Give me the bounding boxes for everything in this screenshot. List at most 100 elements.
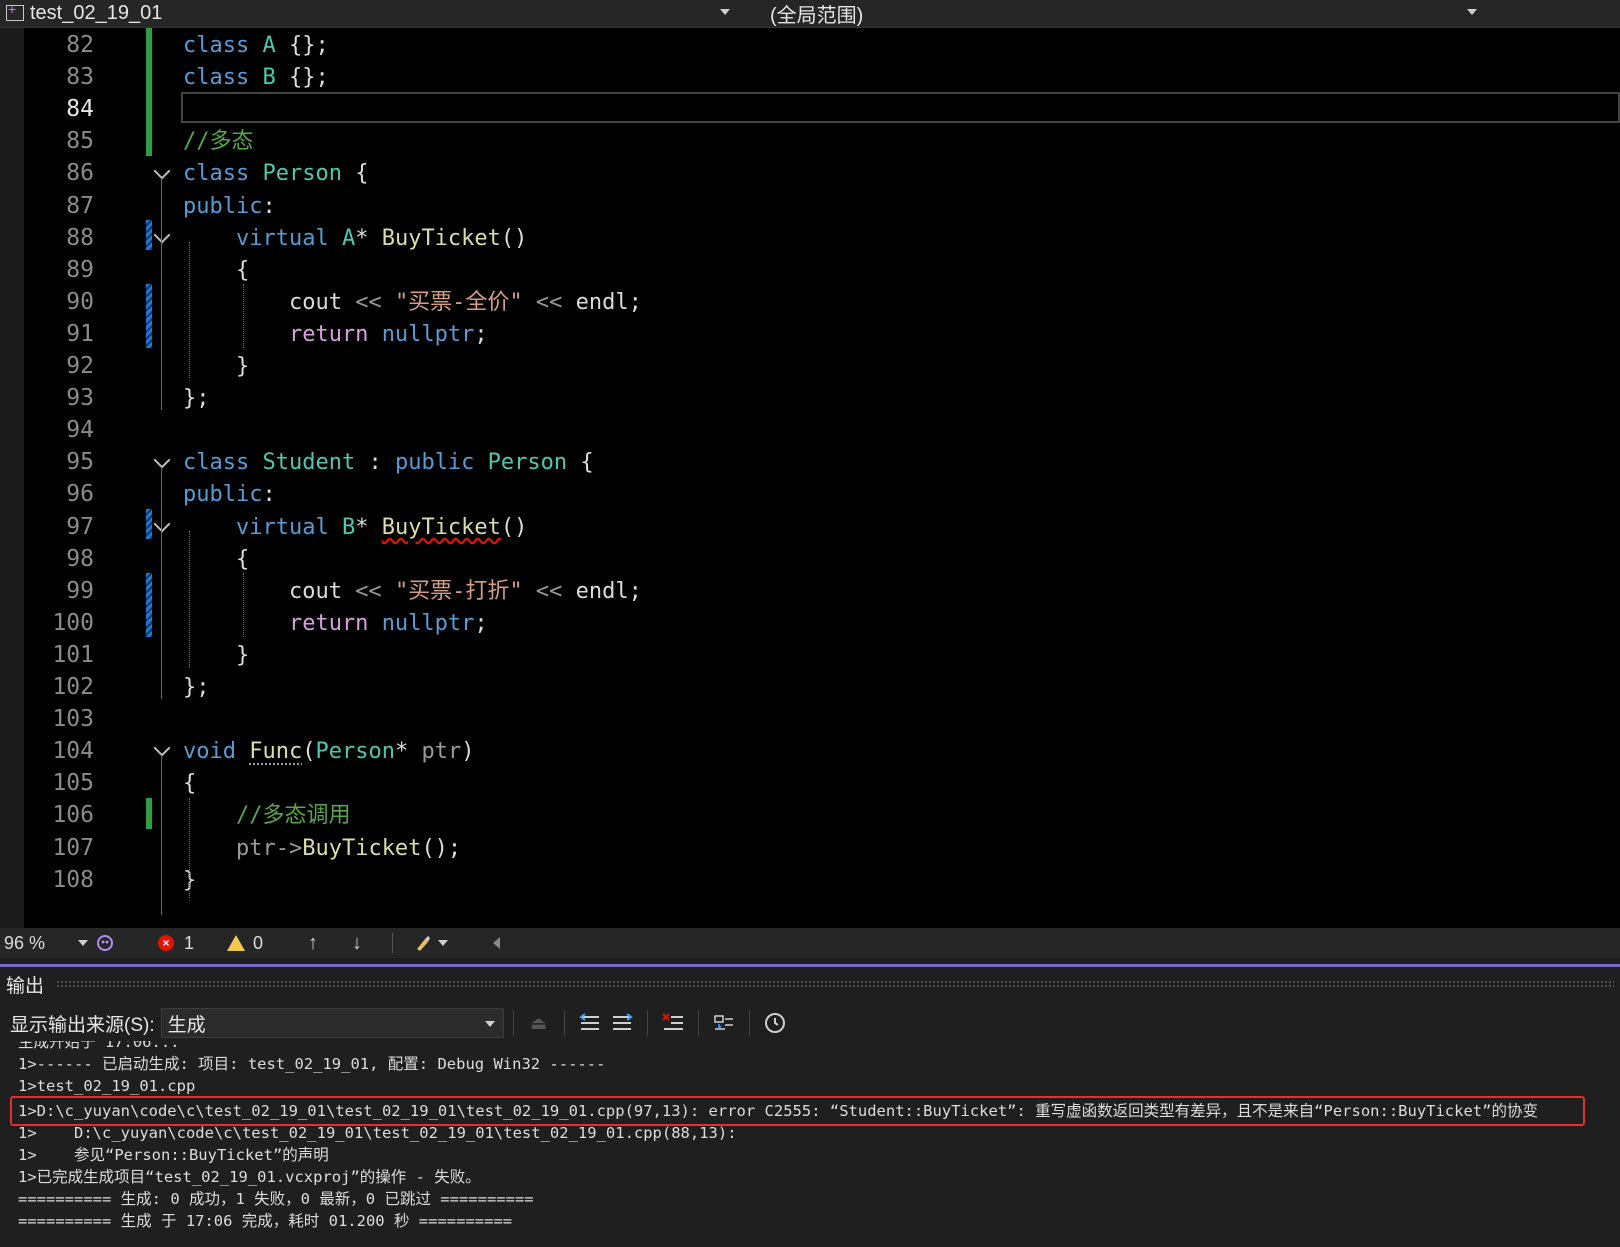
code-line[interactable]: 106 //多态调用 xyxy=(0,799,1620,832)
code-line[interactable]: 94 xyxy=(0,414,1620,447)
code-line[interactable]: 103 xyxy=(0,703,1620,736)
code-text: { xyxy=(183,767,196,800)
code-line[interactable]: 96 public: xyxy=(0,478,1620,511)
chevron-down-icon[interactable] xyxy=(438,928,448,958)
line-number: 86 xyxy=(66,160,94,187)
code-line[interactable]: 87 public: xyxy=(0,190,1620,223)
change-indicator-saved xyxy=(146,28,152,156)
code-line[interactable]: 84 xyxy=(0,93,1620,126)
find-message-in-code-icon[interactable]: ⏏ xyxy=(525,1009,553,1037)
error-icon: × xyxy=(158,935,174,951)
code-text: { xyxy=(183,254,249,287)
file-scope-label: test_02_19_01 xyxy=(30,1,163,24)
code-token: { xyxy=(183,257,250,283)
code-token: endl; xyxy=(575,578,642,604)
code-token: nullptr xyxy=(381,610,475,636)
line-number: 90 xyxy=(66,288,94,315)
code-text: public: xyxy=(183,190,276,223)
toolbar-divider xyxy=(748,1010,750,1036)
code-token: << xyxy=(355,289,395,315)
code-line[interactable]: 89 { xyxy=(0,254,1620,287)
file-scope-dropdown[interactable]: test_02_19_01 xyxy=(0,0,738,26)
zoom-dropdown[interactable]: 96 % xyxy=(4,928,88,958)
line-number: 94 xyxy=(66,417,94,444)
navigation-bar: test_02_19_01 (全局范围) xyxy=(0,0,1620,28)
code-line[interactable]: 108} xyxy=(0,864,1620,897)
copilot-icon[interactable] xyxy=(95,928,115,958)
code-line[interactable]: 102}; xyxy=(0,671,1620,704)
line-number: 87 xyxy=(66,192,94,219)
code-token: { xyxy=(183,546,250,572)
show-timestamps-clock-icon[interactable] xyxy=(761,1009,789,1037)
code-line[interactable]: 101 } xyxy=(0,639,1620,672)
panel-drag-grip[interactable] xyxy=(56,980,1614,988)
code-token: : xyxy=(368,450,395,476)
scroll-left-icon[interactable] xyxy=(493,928,500,958)
code-token: (); xyxy=(421,835,462,861)
code-line[interactable]: 83 class B {}; xyxy=(0,61,1620,94)
code-line[interactable]: 107 ptr->BuyTicket(); xyxy=(0,832,1620,865)
code-line[interactable]: 86 class Person { xyxy=(0,157,1620,190)
output-source-dropdown[interactable]: 生成 xyxy=(160,1008,504,1038)
code-line[interactable]: 98 { xyxy=(0,543,1620,576)
toolbar-divider xyxy=(697,1010,699,1036)
code-token: } xyxy=(183,354,250,379)
code-token: {}; xyxy=(288,65,329,91)
code-token: * xyxy=(355,225,382,251)
change-indicator-unsaved xyxy=(146,284,152,348)
clear-all-icon[interactable] xyxy=(659,1009,687,1037)
global-scope-dropdown[interactable]: (全局范围) xyxy=(770,0,1485,27)
code-token: ; xyxy=(474,321,488,347)
code-token: class xyxy=(183,33,263,58)
code-editor[interactable]: 82 class A {}; 83 class B {}; 84 85 //多态 86 clas… xyxy=(0,28,1620,928)
code-token: B xyxy=(262,65,289,91)
chevron-down-icon[interactable] xyxy=(1467,9,1477,15)
code-token: }; xyxy=(183,675,210,700)
change-indicator-saved xyxy=(146,798,152,829)
code-token: nullptr xyxy=(381,321,475,347)
code-token: * xyxy=(394,739,422,765)
previous-issue-arrow-up-icon[interactable]: ↑ xyxy=(308,928,318,958)
toggle-word-wrap-icon[interactable] xyxy=(710,1009,738,1037)
chevron-down-icon[interactable] xyxy=(720,9,730,15)
line-number: 84 xyxy=(66,96,94,123)
line-number: 91 xyxy=(66,320,94,347)
output-line: 1>test_02_19_01.cpp xyxy=(18,1077,196,1095)
output-line: ========== 生成 于 17:06 完成，耗时 01.200 秒 ===… xyxy=(18,1212,513,1230)
go-to-previous-message-icon[interactable] xyxy=(576,1009,604,1037)
code-line[interactable]: 97 virtual B* BuyTicket() xyxy=(0,511,1620,544)
code-token: ) xyxy=(461,739,475,765)
code-line[interactable]: 104 void Func(Person* ptr) xyxy=(0,735,1620,768)
line-number: 101 xyxy=(52,641,94,668)
code-text: ptr->BuyTicket(); xyxy=(183,832,461,865)
code-token: public xyxy=(183,193,263,219)
code-token: () xyxy=(500,225,528,251)
code-line[interactable]: 85 //多态 xyxy=(0,125,1620,158)
output-panel-title: 输出 xyxy=(6,975,45,997)
code-cleanup-brush-icon[interactable] xyxy=(413,928,433,958)
output-line[interactable]: 1> D:\c_yuyan\code\c\test_02_19_01\test_… xyxy=(18,1122,737,1144)
error-count[interactable]: × 1 xyxy=(158,928,194,958)
code-line[interactable]: 93}; xyxy=(0,382,1620,415)
next-issue-arrow-down-icon[interactable]: ↓ xyxy=(352,928,362,958)
code-text: class Person { xyxy=(183,157,368,190)
output-toolbar: 显示输出来源(S): 生成 ⏏ xyxy=(0,1005,1620,1041)
indent-guide xyxy=(243,573,244,637)
output-text-area[interactable]: 生成开始于 17:06... 1>------ 已启动生成: 项目: test_… xyxy=(0,1041,1620,1247)
output-error-line[interactable]: 1>D:\c_yuyan\code\c\test_02_19_01\test_0… xyxy=(18,1100,1538,1122)
code-token: return xyxy=(183,610,382,636)
code-line[interactable]: 82 class A {}; xyxy=(0,29,1620,62)
code-line[interactable]: 92 } xyxy=(0,350,1620,383)
code-line[interactable]: 105 { xyxy=(0,767,1620,800)
go-to-next-message-icon[interactable] xyxy=(608,1009,636,1037)
warning-count[interactable]: 0 xyxy=(227,928,263,958)
line-number: 107 xyxy=(52,834,94,861)
line-number: 102 xyxy=(52,674,94,700)
global-scope-label: (全局范围) xyxy=(770,4,864,27)
code-line[interactable]: 95 class Student : public Person { xyxy=(0,446,1620,479)
code-token: //多态 xyxy=(183,129,254,155)
output-line: ========== 生成: 0 成功，1 失败，0 最新，0 已跳过 ====… xyxy=(18,1190,534,1208)
line-number: 97 xyxy=(66,513,94,540)
code-token: cout xyxy=(183,289,356,315)
code-line[interactable]: 88 virtual A* BuyTicket() xyxy=(0,222,1620,255)
